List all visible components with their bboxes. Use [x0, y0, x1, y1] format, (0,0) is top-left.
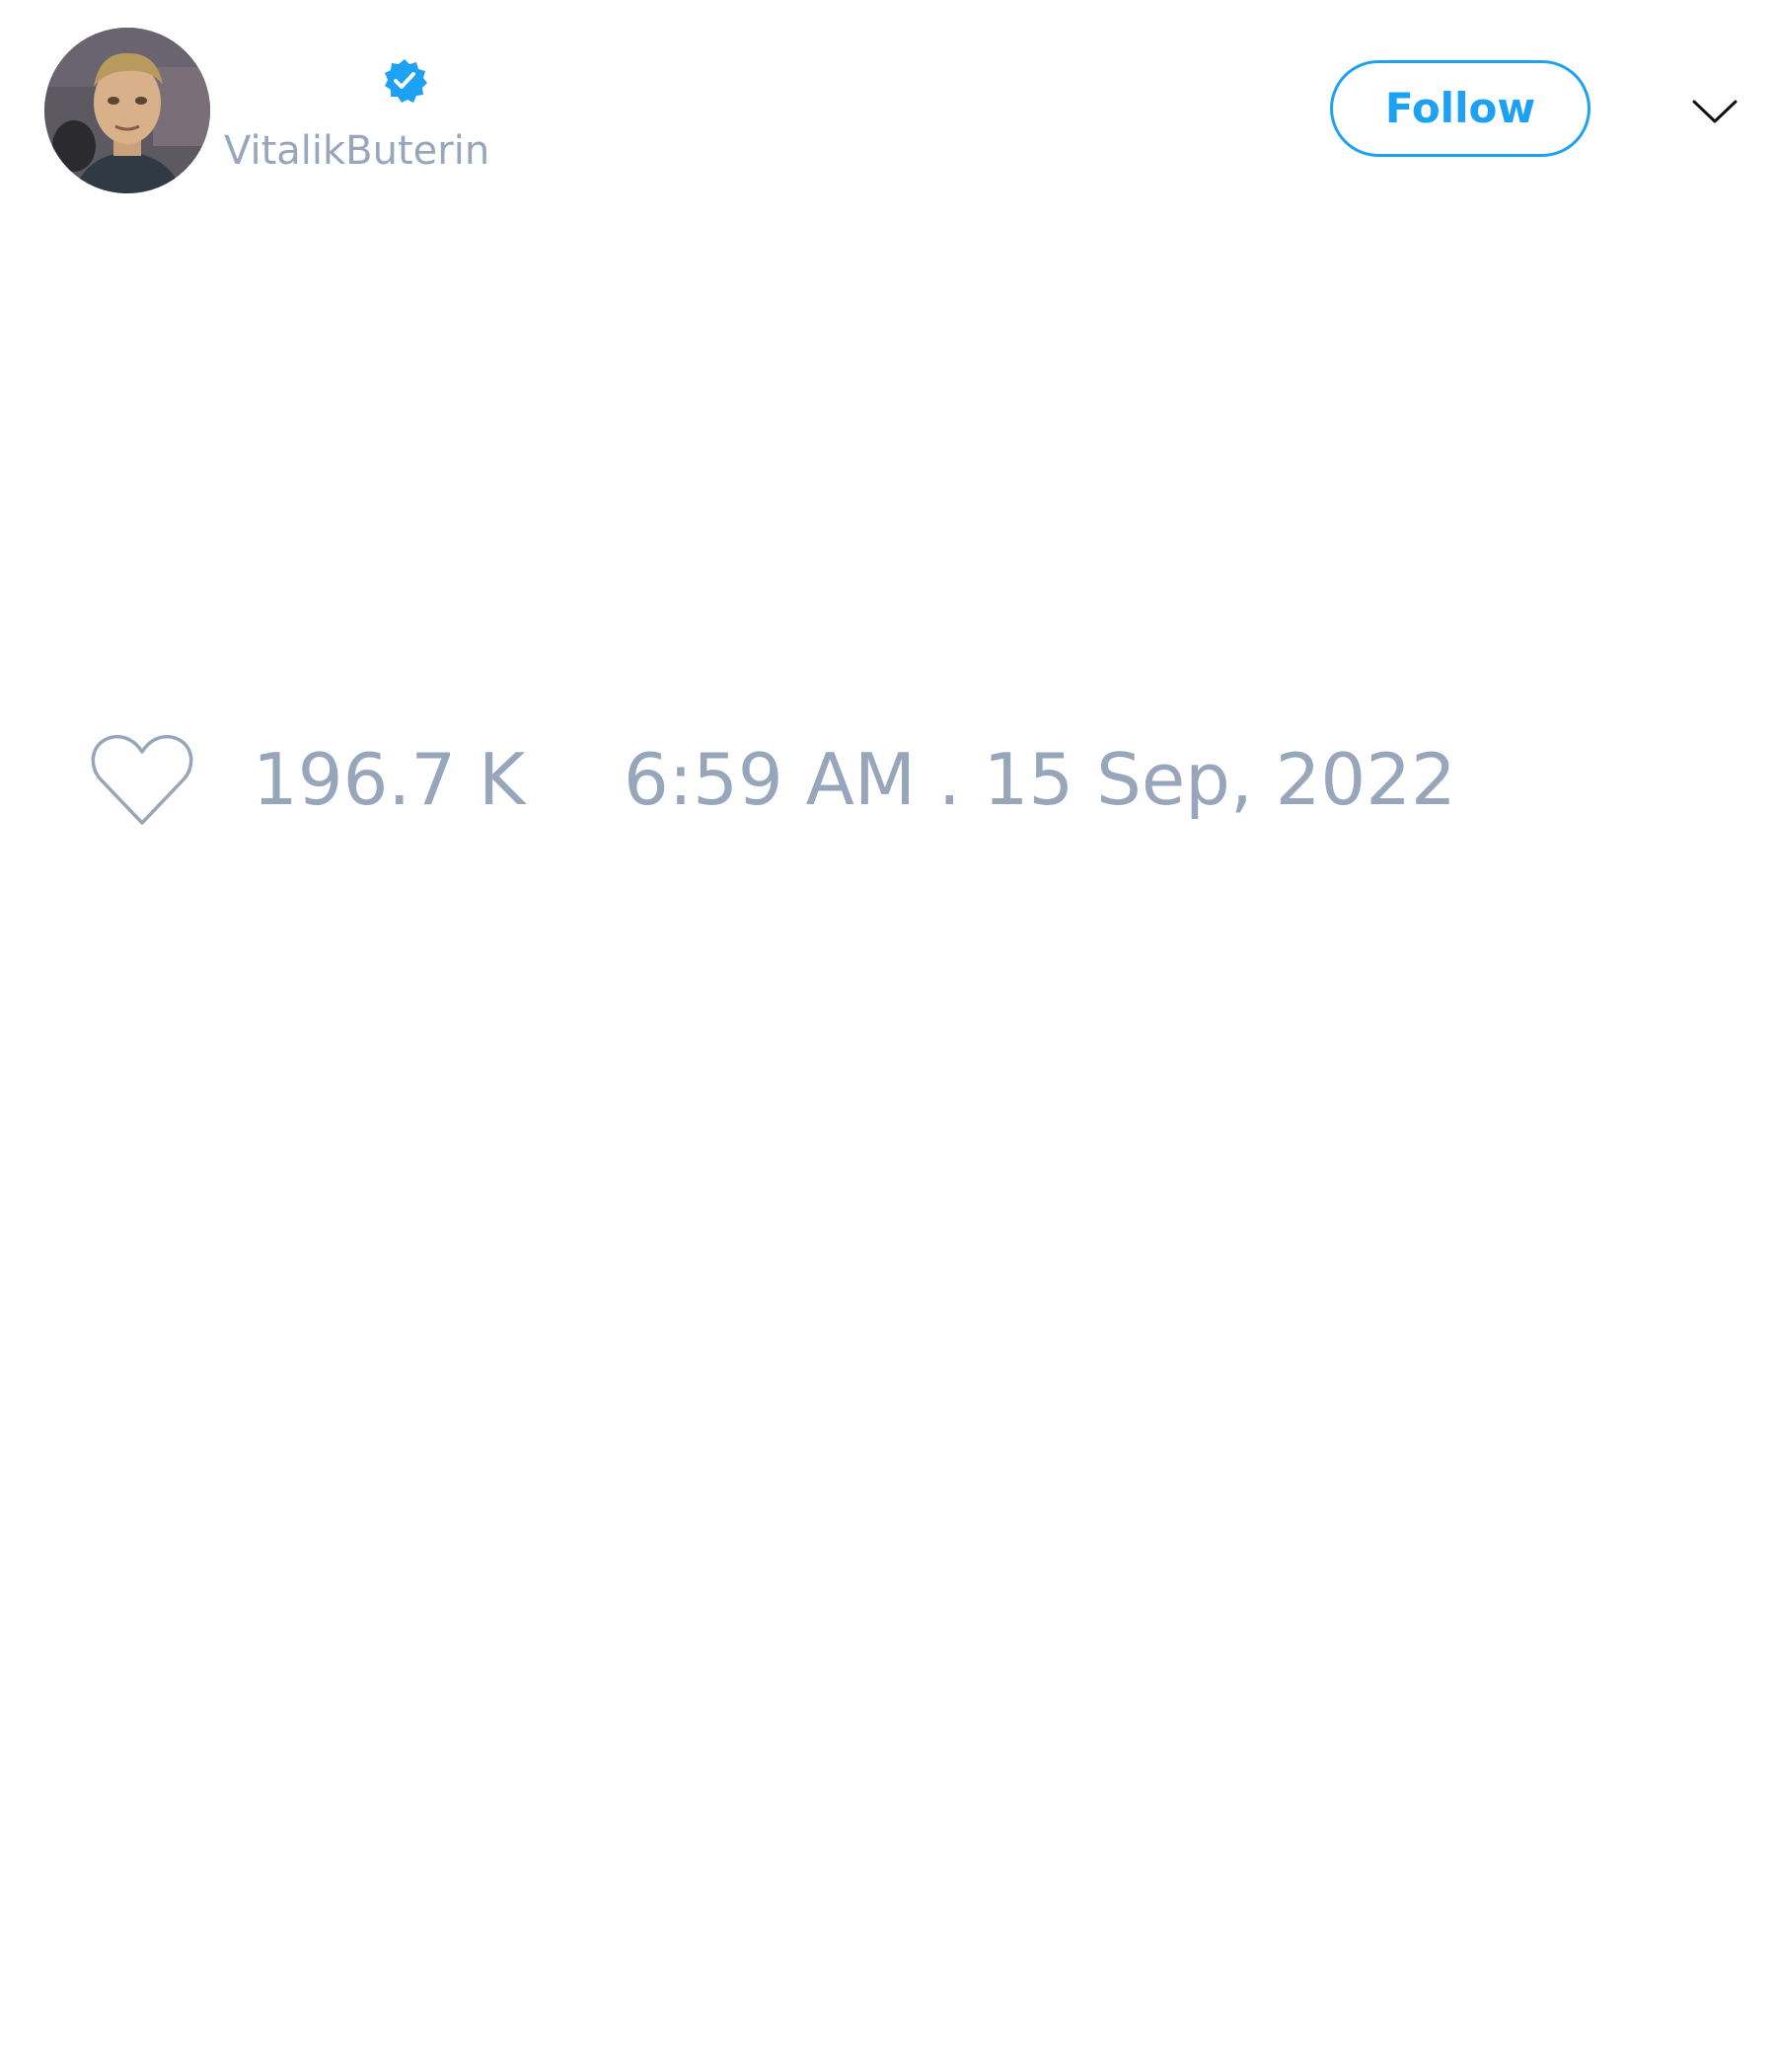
avatar[interactable] — [44, 28, 210, 193]
tweet-header: VitalikButerin Follow — [0, 0, 1776, 217]
heart-icon[interactable] — [89, 732, 195, 829]
verified-badge-icon — [381, 57, 428, 105]
username[interactable]: VitalikButerin — [224, 125, 489, 177]
like-count: 196.7 K — [253, 738, 526, 821]
avatar-image — [44, 28, 210, 193]
follow-button[interactable]: Follow — [1330, 60, 1591, 157]
tweet-footer: 196.7 K 6:59 AM . 15 Sep, 2022 — [0, 710, 1776, 849]
chevron-down-icon[interactable] — [1691, 89, 1739, 136]
timestamp[interactable]: 6:59 AM . 15 Sep, 2022 — [624, 738, 1456, 821]
